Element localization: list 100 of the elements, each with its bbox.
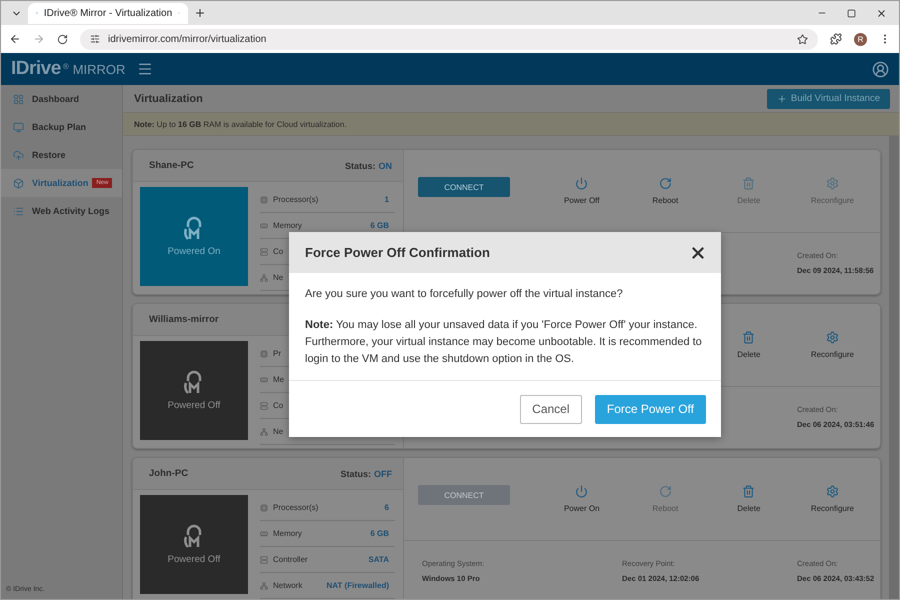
- server-icon: [260, 402, 268, 410]
- list-icon: [13, 206, 24, 216]
- spec-label: Network: [273, 581, 302, 590]
- browser-tab[interactable]: IDrive® Mirror - Virtualization: [28, 2, 188, 24]
- maximize-icon[interactable]: [847, 8, 856, 18]
- spec-label: Memory: [273, 221, 302, 230]
- network-icon: [260, 582, 268, 590]
- sidebar-item[interactable]: Web Activity Logs: [1, 197, 122, 225]
- spec-label: Pr: [273, 349, 281, 358]
- sidebar-label: Virtualization: [32, 178, 88, 188]
- spec-value: 6: [384, 503, 389, 512]
- action-button[interactable]: Reconfigure: [790, 485, 874, 513]
- chip-icon: [260, 196, 268, 204]
- sidebar-label: Dashboard: [32, 94, 80, 104]
- vm-name: Shane-PC: [149, 160, 194, 171]
- trash-icon: [742, 177, 756, 190]
- dialog-title: Force Power Off Confirmation: [305, 245, 490, 260]
- memory-icon: [260, 376, 268, 384]
- monitor-icon: [13, 122, 24, 132]
- note-text: Note: Up to 16 GB RAM is available for Cloud virtualization.: [134, 120, 347, 128]
- power-icon: [575, 177, 588, 190]
- power-state-label: Powered Off: [168, 400, 220, 411]
- spec-value: 1: [384, 195, 389, 204]
- power-icon: [575, 485, 588, 498]
- settings-icon: [826, 485, 839, 498]
- scrollbar[interactable]: [889, 136, 899, 599]
- menu-icon[interactable]: [137, 61, 154, 77]
- sidebar-label: Restore: [32, 150, 66, 160]
- trash-icon: [742, 485, 756, 498]
- registered-mark: ®: [62, 62, 69, 71]
- reboot-icon: [658, 485, 672, 498]
- power-state-label: Powered On: [168, 246, 220, 257]
- cancel-button[interactable]: Cancel: [520, 394, 582, 424]
- spec-value: 6 GB: [370, 221, 389, 230]
- spec-value: SATA: [368, 555, 389, 564]
- spec-label: Ne: [273, 273, 284, 282]
- spec-label: Processor(s): [273, 503, 318, 512]
- reload-icon[interactable]: [57, 34, 68, 44]
- status-value: OFF: [374, 468, 392, 478]
- action-button[interactable]: Power On: [540, 485, 624, 513]
- sidebar-item[interactable]: Restore: [1, 141, 122, 169]
- site-settings-icon[interactable]: [90, 34, 100, 44]
- settings-icon: [826, 177, 839, 190]
- action-button[interactable]: Delete: [707, 331, 791, 359]
- vm-name: Williams-mirror: [149, 314, 219, 325]
- sidebar-label: Web Activity Logs: [32, 206, 110, 216]
- network-icon: [260, 428, 268, 436]
- spec-value: NAT (Firewalled): [326, 581, 389, 590]
- new-tab-icon[interactable]: [194, 7, 206, 19]
- spec-label: Co: [273, 401, 284, 410]
- brand-logo-text: IDrive: [11, 58, 61, 80]
- spec-label: Me: [273, 375, 284, 384]
- chip-icon: [260, 350, 268, 358]
- reboot-icon: [658, 177, 672, 190]
- spec-label: Processor(s): [273, 195, 318, 204]
- profile-avatar[interactable]: R: [854, 32, 867, 46]
- power-state-label: Powered Off: [168, 554, 220, 565]
- server-icon: [260, 556, 268, 564]
- box-icon: [13, 178, 24, 188]
- status-label: Status:: [340, 468, 371, 478]
- page-title: Virtualization: [134, 92, 203, 104]
- dialog-question: Are you sure you want to forcefully power off the virtual instance?: [305, 287, 624, 302]
- memory-icon: [260, 222, 268, 230]
- vm-name: John-PC: [149, 468, 188, 479]
- cloud-upload-icon: [13, 150, 24, 160]
- force-power-off-button[interactable]: Force Power Off: [594, 394, 706, 424]
- spec-value: 6 GB: [370, 529, 389, 538]
- sidebar-item[interactable]: Backup Plan: [1, 113, 122, 141]
- bookmark-star-icon[interactable]: [797, 34, 808, 44]
- spec-label: Controller: [273, 555, 308, 564]
- spec-label: Co: [273, 247, 284, 256]
- action-button[interactable]: Delete: [707, 485, 791, 513]
- product-name: MIRROR: [72, 62, 126, 77]
- connect-button[interactable]: CONNECT: [418, 177, 510, 197]
- sidebar-label: Backup Plan: [32, 122, 86, 132]
- status-label: Status:: [344, 160, 376, 170]
- status-value: ON: [378, 160, 392, 170]
- action-button[interactable]: Reboot: [624, 177, 708, 205]
- close-window-icon[interactable]: [876, 8, 887, 18]
- network-icon: [260, 274, 268, 282]
- dialog-note: Note: You may lose all your unsaved data if you 'Force Power Off' your instance. Furthermore, your virtual instance may become unbootable. It is recommended to login to the VM and use the shutdown option in the OS.: [305, 318, 703, 367]
- address-bar[interactable]: idrivemirror.com/mirror/virtualization: [80, 28, 818, 50]
- user-account-icon[interactable]: [872, 60, 889, 78]
- trash-icon: [742, 331, 756, 344]
- back-icon[interactable]: [9, 33, 21, 45]
- extensions-icon[interactable]: [830, 33, 842, 45]
- chip-icon: [260, 504, 268, 512]
- server-icon: [260, 248, 268, 256]
- plus-icon: [776, 94, 787, 104]
- spec-label: Memory: [273, 529, 302, 538]
- action-button[interactable]: Power Off: [540, 177, 624, 205]
- action-button[interactable]: Reconfigure: [790, 331, 874, 359]
- spec-label: Ne: [273, 427, 284, 436]
- build-instance-button[interactable]: Build Virtual Instance: [766, 88, 890, 108]
- sidebar-item[interactable]: Dashboard: [1, 85, 122, 113]
- settings-icon: [826, 331, 839, 344]
- dashboard-icon: [13, 94, 24, 104]
- url-text: idrivemirror.com/mirror/virtualization: [108, 34, 268, 44]
- tab-title: IDrive® Mirror - Virtualization: [44, 8, 172, 18]
- memory-icon: [260, 530, 268, 538]
